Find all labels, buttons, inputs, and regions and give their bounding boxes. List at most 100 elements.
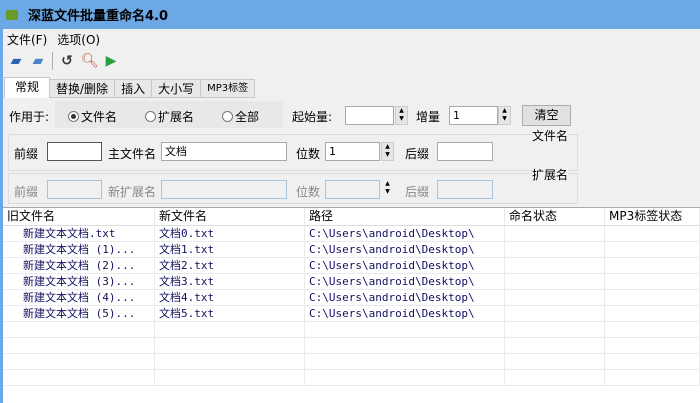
extension-group-label: 扩展名 <box>532 166 569 183</box>
tab-bar: 常规 替换/删除 插入 大小写 MP3标签 <box>4 77 256 98</box>
table-cell: 文档2.txt <box>155 258 305 273</box>
filename-digits-spinner[interactable]: ▲ ▼ <box>381 142 394 161</box>
file-list-table[interactable]: 旧文件名 新文件名 路径 命名状态 MP3标签状态 新建文本文档.txt 文档0.… <box>3 207 700 403</box>
start-label: 起始量: <box>292 110 333 124</box>
app-icon <box>6 9 18 20</box>
table-cell: C:\Users\android\Desktop\ <box>305 274 505 289</box>
ext-suffix-input[interactable] <box>437 180 493 199</box>
table-cell <box>505 242 605 257</box>
clear-button[interactable]: 清空 <box>522 105 571 126</box>
table-cell <box>305 370 505 385</box>
menu-bar: 文件(F) 选项(O) <box>7 31 100 48</box>
table-cell <box>3 338 155 353</box>
title-bar: 深蓝文件批量重命名4.0 <box>0 0 700 29</box>
ext-suffix-label: 后缀 <box>405 185 430 199</box>
radio-all[interactable]: 全部 <box>222 108 259 125</box>
table-cell: 新建文本文档 (1)... <box>3 242 155 257</box>
new-extension-label: 新扩展名 <box>108 185 157 199</box>
table-cell <box>605 274 700 289</box>
start-input[interactable] <box>345 106 394 125</box>
col-old-name[interactable]: 旧文件名 <box>3 208 155 225</box>
open-folder-icon[interactable]: ▰ <box>8 53 24 69</box>
table-cell <box>605 370 700 385</box>
start-spinner[interactable]: ▲ ▼ <box>395 106 408 125</box>
table-cell: C:\Users\android\Desktop\ <box>305 258 505 273</box>
table-cell <box>155 338 305 353</box>
run-icon[interactable]: ▶ <box>103 53 119 69</box>
filename-suffix-input[interactable] <box>437 142 493 161</box>
ext-digits-input[interactable] <box>325 180 380 199</box>
table-cell <box>505 258 605 273</box>
step-label: 增量 <box>416 110 441 124</box>
table-cell <box>505 338 605 353</box>
col-path[interactable]: 路径 <box>305 208 505 225</box>
undo-icon[interactable]: ↺ <box>59 53 75 69</box>
table-row[interactable]: 新建文本文档 (5)... 文档5.txt C:\Users\android\Des… <box>3 306 700 322</box>
toolbar: ▰ ▰ ↺ 🔍︎ ▶ <box>8 52 119 70</box>
table-cell <box>3 322 155 337</box>
table-row[interactable]: 新建文本文档.txt 文档0.txt C:\Users\android\Deskto… <box>3 226 700 242</box>
table-cell <box>505 306 605 321</box>
radio-extension-dot[interactable] <box>145 111 156 122</box>
search-icon[interactable]: 🔍︎ <box>81 53 99 69</box>
table-cell <box>155 322 305 337</box>
table-cell: 新建文本文档 (5)... <box>3 306 155 321</box>
table-cell <box>155 370 305 385</box>
table-cell <box>605 322 700 337</box>
table-row[interactable] <box>3 354 700 370</box>
table-row[interactable] <box>3 322 700 338</box>
table-cell <box>605 226 700 241</box>
tab-replace-delete[interactable]: 替换/删除 <box>49 79 116 98</box>
radio-extension[interactable]: 扩展名 <box>145 108 194 125</box>
table-cell <box>605 306 700 321</box>
open-file-icon[interactable]: ▰ <box>30 53 46 69</box>
filename-suffix-label: 后缀 <box>405 147 430 161</box>
table-row[interactable]: 新建文本文档 (2)... 文档2.txt C:\Users\android\Des… <box>3 258 700 274</box>
table-row[interactable] <box>3 338 700 354</box>
table-cell: 文档4.txt <box>155 290 305 305</box>
radio-filename[interactable]: 文件名 <box>68 108 117 125</box>
filename-prefix-input[interactable] <box>47 142 102 161</box>
filename-prefix-label: 前缀 <box>14 147 39 161</box>
menu-file[interactable]: 文件(F) <box>7 31 47 48</box>
table-cell: C:\Users\android\Desktop\ <box>305 226 505 241</box>
table-cell <box>505 226 605 241</box>
ext-digits-label: 位数 <box>296 185 321 199</box>
tab-general[interactable]: 常规 <box>4 77 51 98</box>
table-cell <box>3 370 155 385</box>
new-extension-input[interactable] <box>161 180 287 199</box>
tab-insert[interactable]: 插入 <box>114 79 153 98</box>
tab-mp3-tag[interactable]: MP3标签 <box>200 79 256 98</box>
table-cell <box>305 322 505 337</box>
table-cell <box>605 338 700 353</box>
col-new-name[interactable]: 新文件名 <box>155 208 305 225</box>
col-rename-status[interactable]: 命名状态 <box>505 208 605 225</box>
ext-prefix-input[interactable] <box>47 180 102 199</box>
step-input[interactable]: 1 <box>449 106 498 125</box>
table-cell <box>505 290 605 305</box>
tab-case[interactable]: 大小写 <box>151 79 202 98</box>
filename-digits-input[interactable]: 1 <box>325 142 380 161</box>
ext-digits-spinner[interactable]: ▲ ▼ <box>381 180 394 199</box>
table-cell: 文档3.txt <box>155 274 305 289</box>
menu-options[interactable]: 选项(O) <box>57 31 100 48</box>
main-filename-input[interactable]: 文档 <box>161 142 287 161</box>
table-cell <box>605 290 700 305</box>
table-header: 旧文件名 新文件名 路径 命名状态 MP3标签状态 <box>3 208 700 226</box>
radio-all-dot[interactable] <box>222 111 233 122</box>
window-title: 深蓝文件批量重命名4.0 <box>28 9 169 24</box>
table-cell <box>505 354 605 369</box>
toolbar-separator <box>52 52 53 70</box>
col-mp3-status[interactable]: MP3标签状态 <box>605 208 700 225</box>
table-row[interactable]: 新建文本文档 (3)... 文档3.txt C:\Users\android\Des… <box>3 274 700 290</box>
radio-filename-dot[interactable] <box>68 111 79 122</box>
ext-prefix-label: 前缀 <box>14 185 39 199</box>
table-row[interactable]: 新建文本文档 (4)... 文档4.txt C:\Users\android\Des… <box>3 290 700 306</box>
step-spinner[interactable]: ▲ ▼ <box>498 106 511 125</box>
radio-extension-label: 扩展名 <box>158 110 195 124</box>
table-cell <box>605 354 700 369</box>
table-cell <box>605 242 700 257</box>
table-row[interactable]: 新建文本文档 (1)... 文档1.txt C:\Users\android\Des… <box>3 242 700 258</box>
table-row[interactable] <box>3 370 700 386</box>
table-cell <box>155 354 305 369</box>
